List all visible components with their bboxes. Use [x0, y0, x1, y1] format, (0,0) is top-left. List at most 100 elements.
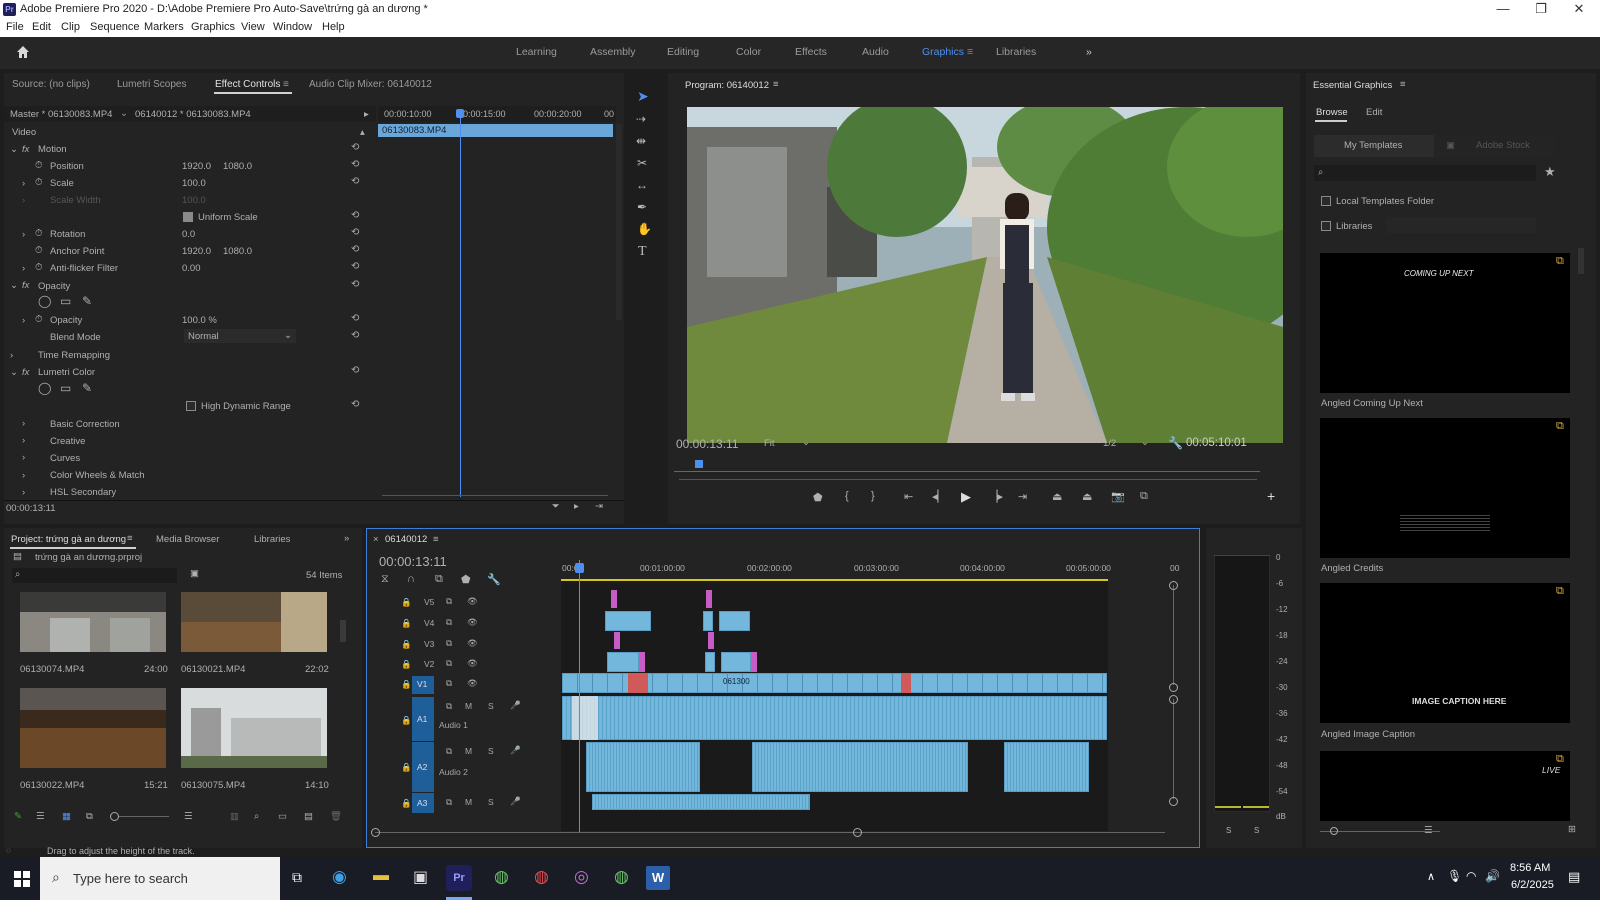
microphone-icon[interactable]: 🎤: [510, 700, 521, 711]
step-forward-icon[interactable]: ▕▸: [989, 490, 1003, 503]
ellipse-mask-icon[interactable]: ◯: [38, 294, 51, 308]
lock-icon[interactable]: 🔒: [401, 679, 412, 690]
blend-mode-select[interactable]: Normal ⌄: [184, 329, 296, 343]
anchor-y-value[interactable]: 1080.0: [223, 246, 252, 257]
sync-lock-icon[interactable]: ⧉: [446, 701, 452, 712]
template-thumb[interactable]: IMAGE CAPTION HERE ⧉: [1320, 583, 1570, 723]
eye-icon[interactable]: 👁: [467, 596, 478, 607]
reset-icon[interactable]: ⟲: [351, 176, 359, 187]
clip-thumbnail[interactable]: [181, 688, 327, 768]
video-clip[interactable]: [719, 611, 750, 631]
chrome-red-icon[interactable]: ◍: [534, 867, 549, 887]
video-clip[interactable]: [721, 652, 751, 672]
pen-tool-icon[interactable]: ✒: [637, 200, 647, 214]
template-thumb[interactable]: LIVE ⧉: [1320, 751, 1570, 821]
video-clip[interactable]: [703, 611, 713, 631]
insert-nest-icon[interactable]: ⧖: [381, 573, 389, 586]
zoom-scrollbar[interactable]: [382, 495, 608, 496]
store-icon[interactable]: ▣: [413, 867, 428, 887]
twirl-icon[interactable]: ›: [22, 452, 25, 463]
lock-icon[interactable]: 🔒: [401, 762, 412, 773]
word-icon[interactable]: W: [646, 866, 670, 890]
a1-audio-clips[interactable]: [562, 696, 1107, 740]
tab-project[interactable]: Project: trứng gà an dương: [11, 534, 126, 545]
horizontal-zoom-bar[interactable]: [375, 832, 1165, 833]
clip-thumbnail[interactable]: [20, 592, 166, 652]
timeline-timecode[interactable]: 00:00:13:11: [379, 554, 447, 569]
mini-timeline-ruler[interactable]: 00:00:10:00 00:00:15:00 00:00:20:00 00: [378, 106, 616, 122]
libraries-checkbox[interactable]: [1321, 221, 1331, 231]
time-remap-twirl-icon[interactable]: ›: [10, 350, 13, 361]
scroll-handle[interactable]: [1169, 797, 1178, 806]
hand-tool-icon[interactable]: ✋: [637, 222, 652, 236]
microphone-icon[interactable]: 🎤: [510, 796, 521, 807]
workspace-audio[interactable]: Audio: [862, 46, 889, 58]
workspace-learning[interactable]: Learning: [516, 46, 557, 58]
stopwatch-icon[interactable]: ⏱: [35, 262, 42, 273]
tab-source[interactable]: Source: (no clips): [12, 79, 90, 90]
minimize-icon[interactable]: —: [1488, 1, 1518, 16]
reset-icon[interactable]: ⟲: [351, 142, 359, 153]
opacity-value[interactable]: 100.0 %: [182, 315, 217, 326]
menu-markers[interactable]: Markers: [144, 21, 184, 33]
vertical-zoom-bar[interactable]: [1173, 699, 1174, 799]
anchor-x-value[interactable]: 1920.0: [182, 246, 211, 257]
ellipse-mask-icon[interactable]: ◯: [38, 381, 51, 395]
mini-clip-bar[interactable]: 06130083.MP4: [378, 124, 613, 137]
twirl-icon[interactable]: ›: [22, 487, 25, 498]
taskbar-search-input[interactable]: ⌕ Type here to search: [40, 857, 280, 900]
rectangle-mask-icon[interactable]: ▭: [60, 294, 71, 308]
rotation-value[interactable]: 0.0: [182, 229, 195, 240]
tab-media-browser[interactable]: Media Browser: [156, 534, 219, 545]
sync-lock-icon[interactable]: ⧉: [446, 658, 452, 669]
more-panels-icon[interactable]: »: [344, 533, 349, 544]
selected-audio-clip[interactable]: [572, 696, 598, 740]
antiflicker-twirl-icon[interactable]: ›: [22, 263, 25, 274]
sync-lock-icon[interactable]: ⧉: [446, 797, 452, 808]
stopwatch-icon[interactable]: ⏱: [35, 245, 42, 256]
file-explorer-icon[interactable]: ▬: [373, 867, 389, 885]
premiere-taskbar-icon[interactable]: Pr: [446, 865, 472, 891]
mark-out-icon[interactable]: }: [871, 490, 875, 502]
find-icon[interactable]: ⌕: [254, 811, 259, 822]
reset-icon[interactable]: ⟲: [351, 159, 359, 170]
timeline-playhead-handle[interactable]: [575, 563, 584, 573]
play-icon[interactable]: ▶: [961, 489, 971, 505]
twirl-icon[interactable]: ›: [22, 418, 25, 429]
reset-icon[interactable]: ⟲: [351, 244, 359, 255]
chrome-profile-icon[interactable]: ◍: [614, 867, 629, 887]
snap-icon[interactable]: ∩: [407, 573, 415, 585]
sequence-tab[interactable]: 06140012: [385, 534, 427, 545]
vertical-scrollbar[interactable]: [616, 124, 622, 320]
slip-tool-icon[interactable]: ↔: [636, 178, 648, 192]
step-back-icon[interactable]: ◂▏: [932, 490, 946, 503]
antiflicker-value[interactable]: 0.00: [182, 263, 201, 274]
comparison-view-icon[interactable]: ⧉: [1140, 490, 1148, 503]
clip-thumbnail[interactable]: [20, 688, 166, 768]
video-frame[interactable]: [687, 107, 1283, 443]
my-templates-button[interactable]: My Templates: [1314, 135, 1434, 157]
scale-value[interactable]: 100.0: [182, 178, 206, 189]
libraries-select[interactable]: [1386, 217, 1536, 233]
lock-icon[interactable]: 🔒: [401, 618, 412, 629]
thumb-size-slider[interactable]: [1320, 831, 1440, 832]
title-clip[interactable]: [706, 590, 712, 608]
new-item-icon[interactable]: ▤: [304, 811, 313, 822]
collapse-up-icon[interactable]: ▴: [360, 127, 365, 138]
mark-in-icon[interactable]: {: [845, 490, 849, 502]
selection-tool-icon[interactable]: ➤: [637, 88, 649, 105]
reset-icon[interactable]: ⟲: [351, 227, 359, 238]
new-bin-icon[interactable]: ▣: [190, 568, 199, 579]
new-item-icon[interactable]: ⊞: [1568, 824, 1576, 835]
eye-icon[interactable]: 👁: [467, 678, 478, 689]
export-icon[interactable]: ⇥: [595, 501, 603, 512]
stopwatch-icon[interactable]: ⏱: [35, 177, 42, 188]
home-icon[interactable]: [16, 45, 30, 59]
panel-menu-icon[interactable]: ≡: [283, 79, 289, 90]
menu-graphics[interactable]: Graphics: [191, 21, 235, 33]
solo-button[interactable]: S: [488, 746, 494, 756]
lock-icon[interactable]: 🔒: [401, 597, 412, 608]
panel-menu-icon[interactable]: ≡: [127, 533, 133, 544]
close-icon[interactable]: ✕: [1564, 1, 1594, 17]
sort-icon[interactable]: ☰: [1424, 825, 1433, 836]
